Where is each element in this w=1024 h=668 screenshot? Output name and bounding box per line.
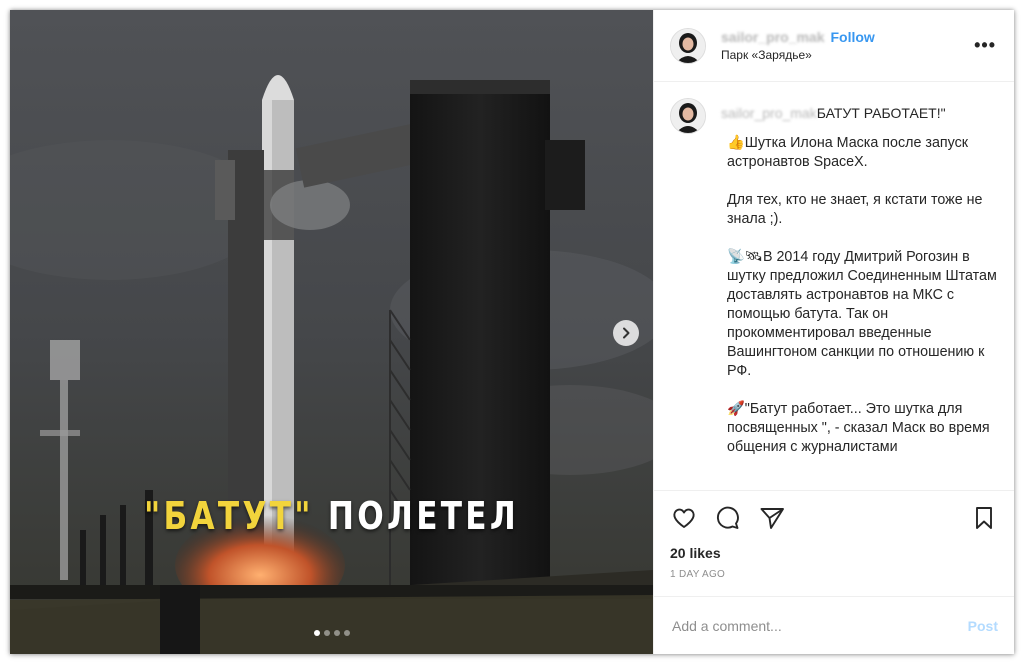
caption-paragraph: 👍Шутка Илона Маска после запуск астронав…	[727, 135, 969, 170]
carousel-dot	[323, 630, 330, 636]
caption-paragraph: Для тех, кто не знает, я кстати тоже не …	[727, 192, 983, 227]
share-icon[interactable]	[758, 504, 786, 532]
instagram-post-window: "БАТУТ" ПОЛЕТЕЛ sailor_pro_mak Follow Па…	[10, 10, 1014, 654]
carousel-dot	[343, 630, 350, 636]
post-media[interactable]: "БАТУТ" ПОЛЕТЕЛ	[10, 10, 653, 654]
post-timestamp: 1 DAY AGO	[670, 569, 726, 580]
heart-icon[interactable]	[670, 504, 698, 532]
post-comment-button[interactable]: Post	[968, 618, 998, 634]
caption-username-link[interactable]: sailor_pro_mak	[721, 105, 817, 121]
chevron-right-icon	[623, 327, 630, 339]
overlay-rest-text: ПОЛЕТЕЛ	[313, 494, 520, 538]
caption-headline: БАТУТ РАБОТАЕТ!"	[816, 105, 946, 121]
comment-icon[interactable]	[714, 504, 742, 532]
action-bar	[654, 491, 1014, 545]
bookmark-icon[interactable]	[970, 504, 998, 532]
caption-paragraph: 🚀"Батут работает... Это шутка для посвящ…	[727, 401, 990, 455]
post-header: sailor_pro_mak Follow Парк «Зарядье» •••	[654, 10, 1014, 82]
rocket-launch-photo	[10, 10, 653, 654]
caption-paragraph: 📡🛰В 2014 году Дмитрий Рогозин в шутку пр…	[727, 249, 997, 379]
carousel-dot	[333, 630, 340, 636]
caption-text: 👍Шутка Илона Маска после запуск астронав…	[727, 134, 998, 457]
comment-form: Post	[654, 596, 1014, 654]
comment-input[interactable]	[670, 616, 968, 635]
follow-button[interactable]: Follow	[831, 29, 875, 45]
likes-count[interactable]: 20 likes	[654, 545, 1014, 561]
overlay-quoted-word: "БАТУТ"	[143, 494, 314, 538]
location-link[interactable]: Парк «Зарядье»	[721, 48, 875, 62]
avatar[interactable]	[670, 27, 706, 64]
user-avatar-icon	[671, 28, 705, 63]
carousel-indicator	[10, 630, 653, 636]
more-options-icon[interactable]: •••	[974, 36, 996, 54]
caption-section: sailor_pro_makБАТУТ РАБОТАЕТ!" 👍Шутка Ил…	[654, 82, 1014, 491]
carousel-dot-active	[313, 630, 320, 636]
user-avatar-icon	[671, 99, 705, 133]
username-link[interactable]: sailor_pro_mak	[721, 29, 825, 45]
next-slide-button[interactable]	[613, 320, 639, 346]
post-side-panel: sailor_pro_mak Follow Парк «Зарядье» •••	[653, 10, 1014, 654]
avatar[interactable]	[670, 98, 706, 134]
overlay-caption: "БАТУТ" ПОЛЕТЕЛ	[68, 494, 595, 538]
